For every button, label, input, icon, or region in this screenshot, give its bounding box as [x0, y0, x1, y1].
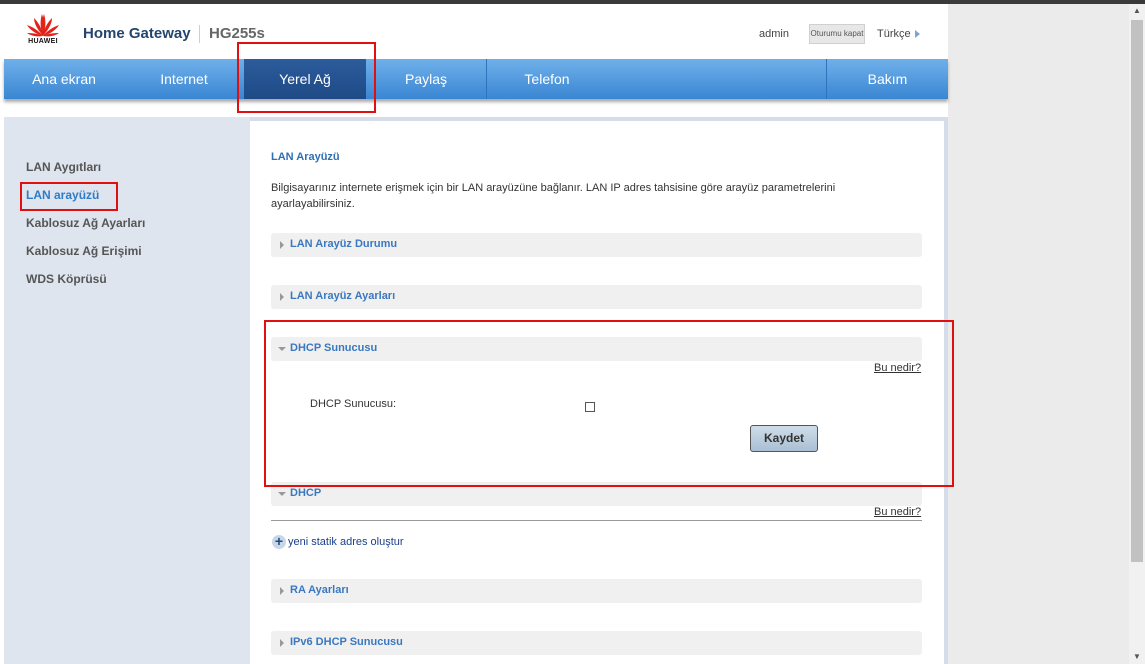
nav-tab-bakim[interactable]: Bakım	[827, 59, 948, 99]
expand-arrow-icon	[280, 639, 284, 647]
page-description: Bilgisayarınız internete erişmek için bi…	[271, 182, 836, 210]
brand-title: Home Gateway	[83, 25, 191, 42]
expand-arrow-icon	[280, 293, 284, 301]
main-nav: Ana ekran Internet Yerel Ağ Paylaş Telef…	[4, 59, 948, 99]
section-lan-interface-settings[interactable]: LAN Arayüz Ayarları	[271, 285, 922, 309]
annotation-box-dhcp	[264, 320, 954, 487]
add-static-address-link[interactable]: yeni statik adres oluştur	[288, 536, 404, 548]
username: admin	[759, 28, 789, 40]
section-label: LAN Arayüz Ayarları	[290, 290, 396, 302]
annotation-box-sidebar	[20, 182, 118, 211]
header-divider	[199, 25, 200, 43]
section-label: DHCP	[290, 487, 322, 499]
section-ra-settings[interactable]: RA Ayarları	[271, 579, 922, 603]
annotation-box-nav	[237, 42, 376, 113]
sidebar-item-wireless-settings[interactable]: Kablosuz Ağ Ayarları	[26, 216, 145, 230]
nav-tab-telefon[interactable]: Telefon	[487, 59, 607, 99]
section-label: IPv6 DHCP Sunucusu	[290, 636, 403, 648]
logout-button[interactable]: Oturumu kapat	[809, 24, 865, 44]
sidebar-item-wireless-access[interactable]: Kablosuz Ağ Erişimi	[26, 244, 142, 258]
section-lan-interface-status[interactable]: LAN Arayüz Durumu	[271, 233, 922, 257]
section-label: RA Ayarları	[290, 584, 349, 596]
help-link[interactable]: Bu nedir?	[874, 506, 921, 518]
scrollbar-thumb[interactable]	[1131, 20, 1143, 562]
nav-tab-paylas[interactable]: Paylaş	[366, 59, 486, 99]
device-model: HG255s	[209, 25, 265, 42]
nav-tab-internet[interactable]: Internet	[124, 59, 244, 99]
divider	[271, 520, 922, 521]
expand-arrow-icon	[280, 241, 284, 249]
nav-tab-ana-ekran[interactable]: Ana ekran	[4, 59, 124, 99]
plus-icon[interactable]: +	[272, 534, 286, 549]
expand-arrow-icon	[280, 587, 284, 595]
scroll-up-arrow-icon[interactable]: ▲	[1129, 4, 1145, 18]
collapse-arrow-icon	[278, 492, 286, 496]
sidebar-item-lan-devices[interactable]: LAN Aygıtları	[26, 160, 101, 174]
page-title: LAN Arayüzü	[271, 151, 340, 163]
section-label: LAN Arayüz Durumu	[290, 238, 398, 250]
language-selector[interactable]: Türkçe	[877, 28, 911, 40]
section-ipv6-dhcp-server[interactable]: IPv6 DHCP Sunucusu	[271, 631, 922, 655]
logo-text: HUAWEI	[28, 38, 58, 45]
sidebar-item-wds-bridge[interactable]: WDS Köprüsü	[26, 272, 107, 286]
language-arrow-icon[interactable]	[915, 30, 920, 38]
scroll-down-arrow-icon[interactable]: ▼	[1129, 650, 1145, 664]
